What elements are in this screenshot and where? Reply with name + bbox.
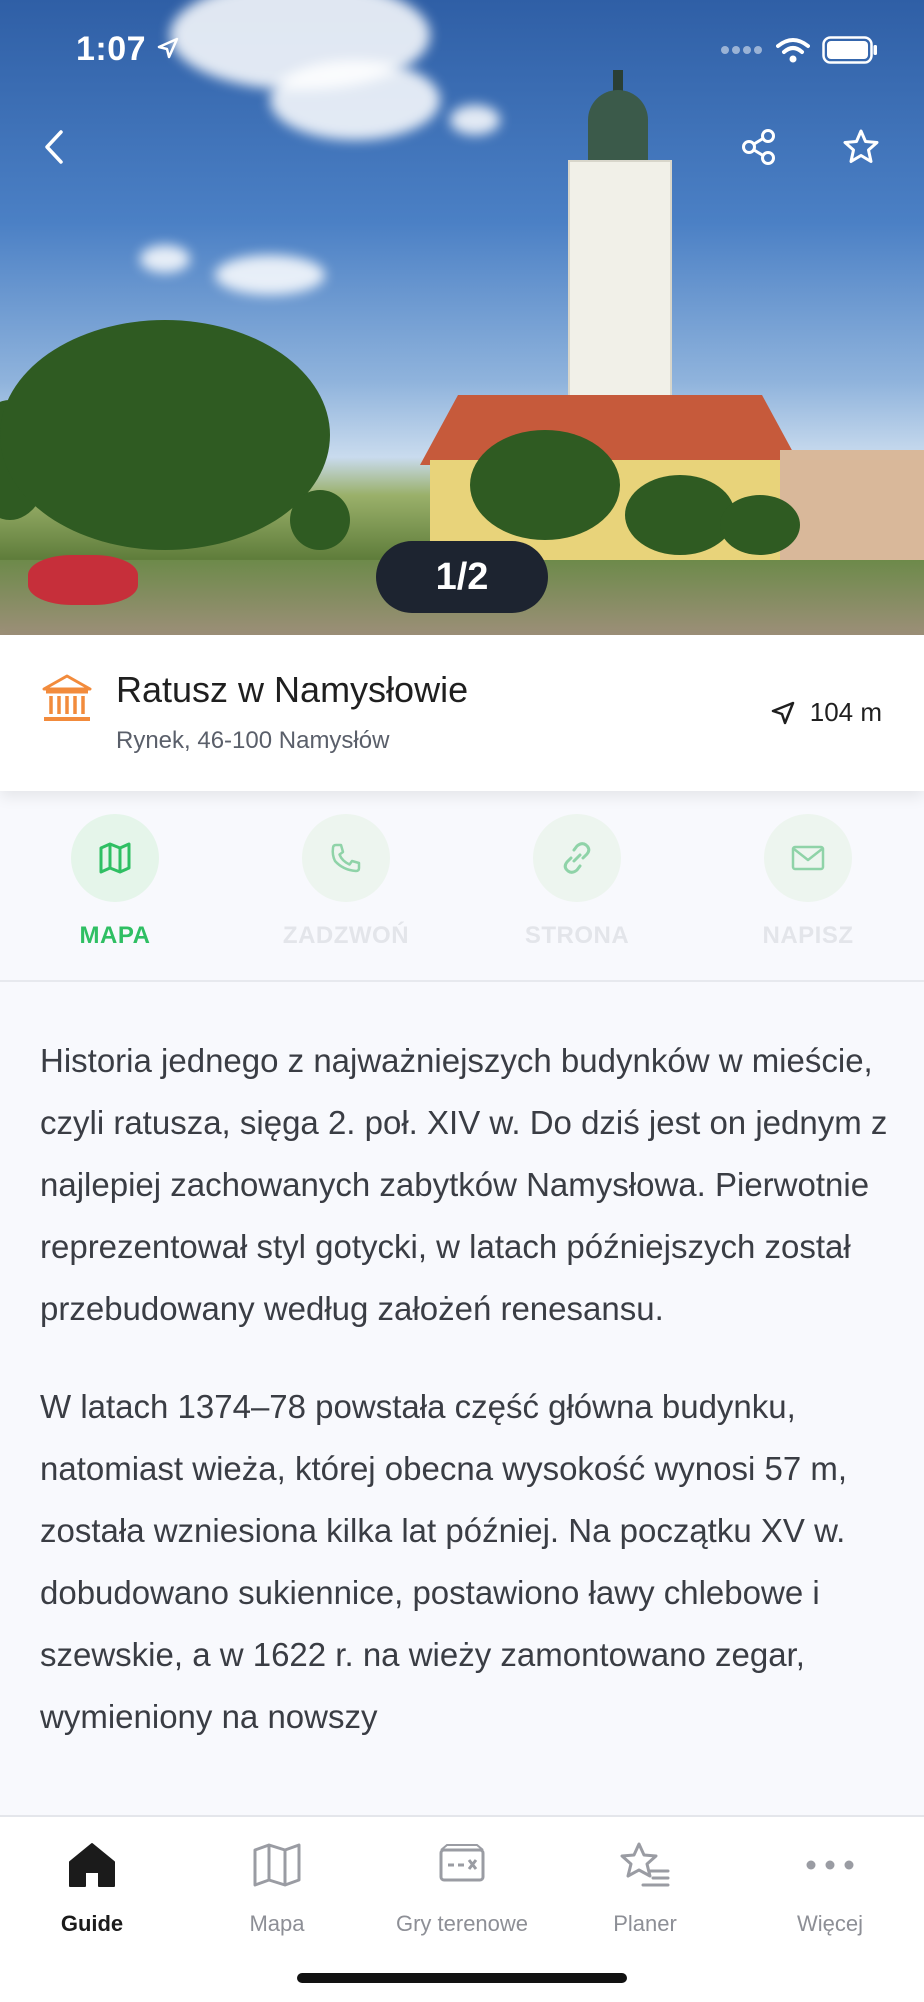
chevron-left-icon [45,130,63,164]
share-icon [742,129,775,165]
map-action-button[interactable]: MAPA [15,814,215,964]
home-icon [69,1843,115,1887]
tab-map-label: Mapa [249,1911,305,1936]
map-icon [99,842,131,874]
status-time: 1:07 [76,30,147,68]
tab-planner-label: Planer [613,1911,677,1936]
phone-icon [331,843,361,873]
distance-indicator: 104 m [770,697,882,728]
email-action-label: NAPISZ [762,922,854,949]
tab-guide-label: Guide [60,1911,124,1936]
home-indicator [297,1973,627,1983]
description-paragraph: W latach 1374–78 powstała część główna b… [40,1388,848,1735]
map-icon [253,1843,301,1887]
battery-icon [822,36,877,64]
description-paragraph: Historia jednego z najważniejszych budyn… [40,1042,888,1327]
poi-title: Ratusz w Namysłowie [116,669,469,710]
action-bar: MAPA ZADZWOŃ STRONA NAPISZ [0,800,924,982]
map-action-label: MAPA [79,922,151,949]
signal-icon [721,46,762,54]
tab-more[interactable]: Więcej [738,1835,922,1937]
share-button[interactable] [727,115,791,179]
poi-address: Rynek, 46-100 Namysłów [116,727,390,754]
website-action-label: STRONA [524,922,630,949]
email-action-button[interactable]: NAPISZ [708,814,908,964]
star-list-icon [620,1842,670,1887]
back-button[interactable] [22,115,86,179]
hero-photo[interactable]: 1:07 1/2 [0,0,924,635]
museum-icon [42,674,92,721]
tab-guide[interactable]: Guide [0,1835,184,1937]
link-icon [563,842,591,874]
photo-counter: 1/2 [376,541,548,613]
navigation-arrow-icon [771,701,794,724]
tab-planner[interactable]: Planer [553,1835,737,1937]
wifi-icon [776,38,810,63]
tab-map[interactable]: Mapa [185,1835,369,1937]
favorite-button[interactable] [829,115,893,179]
tab-field-games-label: Gry terenowe [395,1911,529,1936]
ticket-icon [439,1844,485,1882]
mail-icon [791,845,825,871]
website-action-button[interactable]: STRONA [477,814,677,964]
distance-value: 104 m [809,697,882,727]
map-action-circle [71,814,159,902]
email-action-circle [764,814,852,902]
call-action-circle [302,814,390,902]
location-arrow-icon [157,37,179,59]
website-action-circle [533,814,621,902]
description: Historia jednego z najważniejszych budyn… [40,1030,888,1784]
more-icon [806,1860,854,1870]
status-indicators [720,30,878,70]
star-icon [843,129,879,163]
call-action-label: ZADZWOŃ [282,922,410,949]
tab-field-games[interactable]: Gry terenowe [370,1835,554,1937]
poi-header: Ratusz w Namysłowie Rynek, 46-100 Namysł… [0,635,924,791]
call-action-button[interactable]: ZADZWOŃ [246,814,446,964]
tab-more-label: Więcej [796,1911,863,1936]
